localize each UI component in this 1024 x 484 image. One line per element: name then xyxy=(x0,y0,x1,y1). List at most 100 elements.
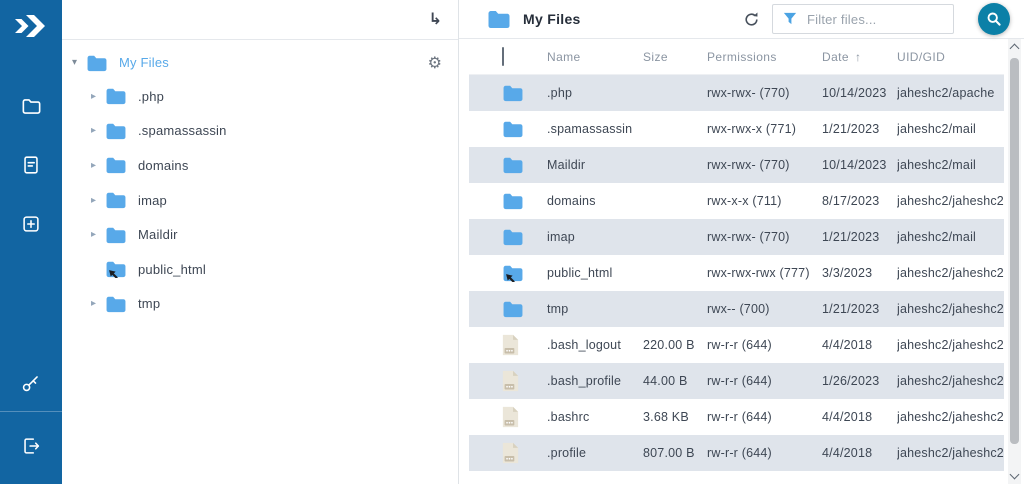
file-date: 8/17/2023 xyxy=(822,194,897,208)
symlink-folder-icon xyxy=(502,264,524,282)
document-nav-icon[interactable] xyxy=(11,145,51,185)
folder-icon xyxy=(105,156,127,174)
tree-item[interactable]: ▸ .php xyxy=(62,79,458,114)
folder-icon xyxy=(105,87,127,105)
file-uid-gid: jaheshc2/jaheshc2 xyxy=(897,302,1004,316)
file-permissions: rwx-rwx- (770) xyxy=(707,158,822,172)
row-icon-slot xyxy=(469,406,547,428)
table-row[interactable]: .bash_logout 220.00 B rw-r-r (644) 4/4/2… xyxy=(469,327,1004,363)
expander-icon[interactable]: ▸ xyxy=(91,125,105,136)
file-date: 4/4/2018 xyxy=(822,446,897,460)
tree-item-icon-slot xyxy=(105,191,127,210)
tree-item-label[interactable]: imap xyxy=(138,193,167,208)
file-name[interactable]: .profile xyxy=(547,446,643,460)
file-uid-gid: jaheshc2/mail xyxy=(897,230,1004,244)
file-permissions: rwx-rwx- (770) xyxy=(707,230,822,244)
table-row[interactable]: .bash_profile 44.00 B rw-r-r (644) 1/26/… xyxy=(469,363,1004,399)
directadmin-logo[interactable] xyxy=(13,11,49,41)
expander-icon[interactable]: ▸ xyxy=(91,229,105,240)
tree-item-label[interactable]: .spamassassin xyxy=(138,123,227,138)
file-permissions: rw-r-r (644) xyxy=(707,374,822,388)
tree-item-label[interactable]: Maildir xyxy=(138,227,178,242)
tree-item[interactable]: ▸ tmp xyxy=(62,287,458,322)
folder-icon xyxy=(105,191,127,209)
tree-item[interactable]: ▸ imap xyxy=(62,183,458,218)
file-name[interactable]: public_html xyxy=(547,266,643,280)
file-name[interactable]: Maildir xyxy=(547,158,643,172)
select-all-checkbox[interactable] xyxy=(502,47,504,66)
files-nav-folder-icon[interactable] xyxy=(11,86,51,126)
table-row[interactable]: imap rwx-rwx- (770) 1/21/2023 jaheshc2/m… xyxy=(469,219,1004,255)
column-header-size[interactable]: Size xyxy=(643,50,707,64)
column-header-permissions[interactable]: Permissions xyxy=(707,50,822,64)
file-name[interactable]: domains xyxy=(547,194,643,208)
add-square-nav-icon[interactable] xyxy=(11,204,51,244)
refresh-icon[interactable] xyxy=(742,10,760,28)
row-icon-slot xyxy=(469,192,547,210)
column-header-date[interactable]: Date↑ xyxy=(822,50,897,64)
tree-root-my-files[interactable]: ▾ My Files ⚙ xyxy=(62,46,458,79)
tree-item[interactable]: ▸ Maildir xyxy=(62,217,458,252)
tree-item-label[interactable]: tmp xyxy=(138,296,160,311)
search-icon xyxy=(986,11,1002,27)
table-row[interactable]: public_html rwx-rwx-rwx (777) 3/3/2023 j… xyxy=(469,255,1004,291)
file-name[interactable]: .bash_logout xyxy=(547,338,643,352)
table-row[interactable]: .bashrc 3.68 KB rw-r-r (644) 4/4/2018 ja… xyxy=(469,399,1004,435)
expander-icon[interactable]: ▸ xyxy=(91,298,105,309)
tree-item-label[interactable]: .php xyxy=(138,89,164,104)
search-button[interactable] xyxy=(978,3,1010,35)
scrollbar-thumb[interactable] xyxy=(1010,58,1019,444)
file-manager-app: ↳ ▾ My Files ⚙ ▸ .php ▸ .spamassassin ▸ xyxy=(0,0,1024,484)
file-name[interactable]: imap xyxy=(547,230,643,244)
file-list-toolbar: My Files xyxy=(459,0,1024,39)
folder-icon xyxy=(105,122,127,140)
file-name[interactable]: tmp xyxy=(547,302,643,316)
file-uid-gid: jaheshc2/jaheshc2 xyxy=(897,194,1004,208)
expander-icon[interactable]: ▸ xyxy=(91,91,105,102)
tree-item-label[interactable]: public_html xyxy=(138,262,206,277)
key-icon[interactable] xyxy=(11,363,51,403)
logout-icon[interactable] xyxy=(11,426,51,466)
row-icon-slot xyxy=(469,300,547,318)
column-header-uid-gid[interactable]: UID/GID xyxy=(897,50,1004,64)
table-row[interactable]: .php rwx-rwx- (770) 10/14/2023 jaheshc2/… xyxy=(469,75,1004,111)
file-date: 4/4/2018 xyxy=(822,338,897,352)
file-name[interactable]: .spamassassin xyxy=(547,122,643,136)
table-row[interactable]: .spamassassin rwx-rwx-x (771) 1/21/2023 … xyxy=(469,111,1004,147)
app-sidebar xyxy=(0,0,62,484)
folder-icon xyxy=(105,295,127,313)
vertical-scrollbar[interactable] xyxy=(1008,39,1021,484)
tree-item-icon-slot xyxy=(105,294,127,313)
expander-icon[interactable]: ▸ xyxy=(91,160,105,171)
collapse-expander-icon[interactable]: ▾ xyxy=(72,57,86,68)
scroll-down-icon[interactable] xyxy=(1010,470,1020,480)
gear-icon[interactable]: ⚙ xyxy=(428,53,442,72)
table-row[interactable]: .profile 807.00 B rw-r-r (644) 4/4/2018 … xyxy=(469,435,1004,471)
row-icon-slot xyxy=(469,370,547,392)
tree-item[interactable]: ▸ public_html xyxy=(62,252,458,287)
sort-ascending-icon: ↑ xyxy=(855,50,861,64)
row-icon-slot xyxy=(469,228,547,246)
file-permissions: rwx-rwx-rwx (777) xyxy=(707,266,822,280)
table-row[interactable]: Maildir rwx-rwx- (770) 10/14/2023 jahesh… xyxy=(469,147,1004,183)
table-row[interactable]: tmp rwx-- (700) 1/21/2023 jaheshc2/jahes… xyxy=(469,291,1004,327)
expander-icon[interactable]: ▸ xyxy=(91,195,105,206)
filter-files-input[interactable] xyxy=(807,12,937,27)
scroll-up-icon[interactable] xyxy=(1010,44,1020,54)
tree-item-icon-slot xyxy=(105,121,127,140)
file-date: 3/3/2023 xyxy=(822,266,897,280)
file-name[interactable]: .bashrc xyxy=(547,410,643,424)
folder-tree-panel: ↳ ▾ My Files ⚙ ▸ .php ▸ .spamassassin ▸ xyxy=(62,0,459,484)
tree-root-label[interactable]: My Files xyxy=(119,55,169,70)
file-name[interactable]: .php xyxy=(547,86,643,100)
indent-arrow-icon[interactable]: ↳ xyxy=(429,12,442,28)
table-row[interactable]: domains rwx-x-x (711) 8/17/2023 jaheshc2… xyxy=(469,183,1004,219)
file-uid-gid: jaheshc2/jaheshc2 xyxy=(897,266,1004,280)
tree-item[interactable]: ▸ .spamassassin xyxy=(62,114,458,149)
file-name[interactable]: .bash_profile xyxy=(547,374,643,388)
tree-item-icon-slot xyxy=(105,87,127,106)
tree-item-label[interactable]: domains xyxy=(138,158,189,173)
tree-item[interactable]: ▸ domains xyxy=(62,148,458,183)
file-permissions: rw-r-r (644) xyxy=(707,446,822,460)
column-header-name[interactable]: Name xyxy=(547,50,643,64)
